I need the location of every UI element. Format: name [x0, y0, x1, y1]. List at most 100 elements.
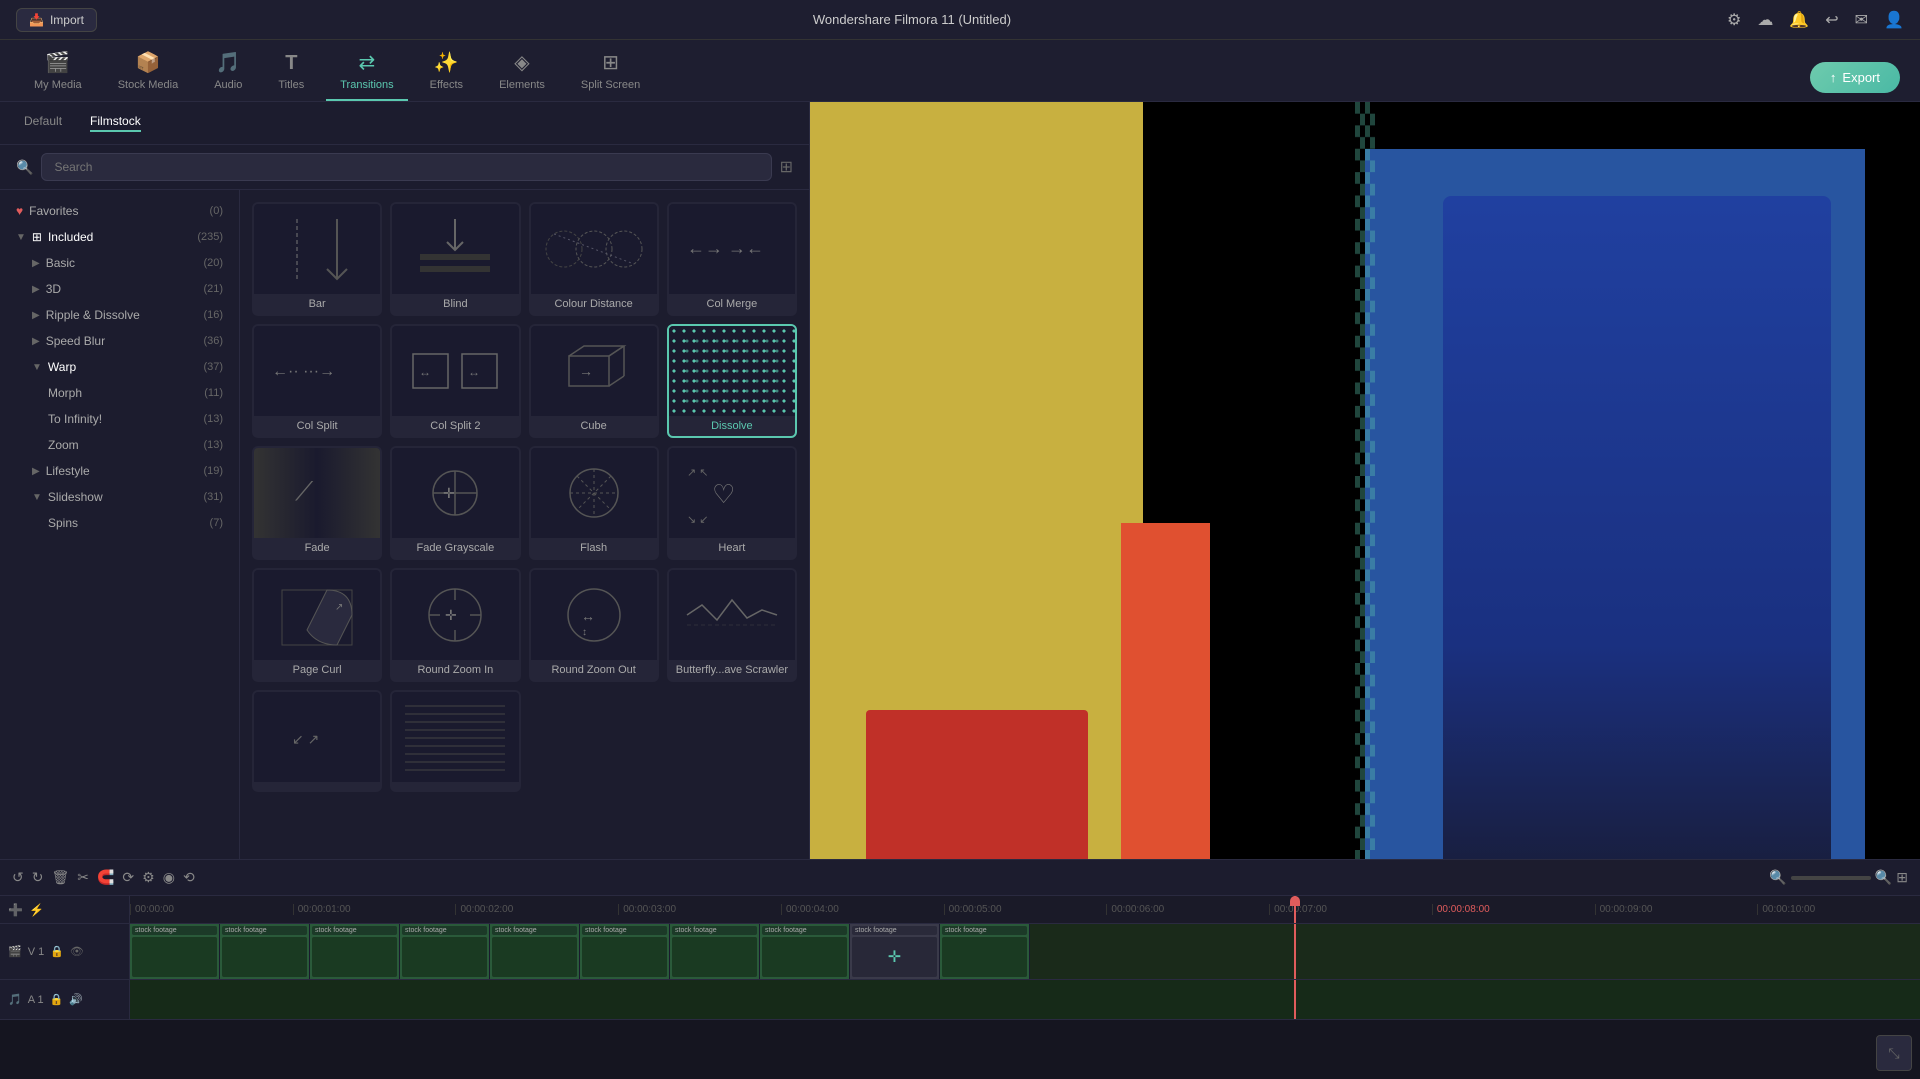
category-lifestyle[interactable]: ▶ Lifestyle (19)	[0, 458, 239, 484]
tl-zoom-bar: 🔍 🔍 ⊞	[1769, 869, 1908, 886]
tl-magnet-button[interactable]: 🧲	[97, 869, 114, 886]
add-track-icon[interactable]: ➕	[8, 903, 23, 917]
video-track-content[interactable]: stock footage stock footage stock footag…	[130, 924, 1920, 979]
category-basic[interactable]: ▶ Basic (20)	[0, 250, 239, 276]
tl-cut-button[interactable]: ✂	[77, 869, 89, 886]
transition-colour-distance[interactable]: Colour Distance	[529, 202, 659, 316]
category-speed-blur[interactable]: ▶ Speed Blur (36)	[0, 328, 239, 354]
tab-my-media[interactable]: 🎬 My Media	[20, 42, 96, 101]
svg-text:↕: ↕	[582, 627, 587, 638]
ruler-mark-2: 00:00:02:00	[455, 904, 618, 915]
svg-text:↙ ↗: ↙ ↗	[292, 731, 319, 747]
cat-zoom-count: (13)	[203, 439, 223, 451]
cat-slideshow-count: (31)	[203, 491, 223, 503]
audio-track-icon: 🎵	[8, 993, 22, 1006]
page-curl-thumb: ↗	[254, 570, 380, 660]
transition-cube[interactable]: → Cube	[529, 324, 659, 438]
tl-zoom-slider[interactable]	[1791, 876, 1871, 880]
category-zoom[interactable]: Zoom (13)	[0, 432, 239, 458]
tl-zoom-out-button[interactable]: 🔍	[1769, 869, 1786, 886]
ruler-mark-8: 00:00:08:00	[1432, 904, 1595, 915]
cat-basic-label: Basic	[46, 256, 75, 270]
category-included[interactable]: ▼ ⊞ Included (235)	[0, 224, 239, 250]
tl-circle-button[interactable]: ◉	[163, 869, 175, 886]
transition-heart[interactable]: ↗ ↖ ♡ ↘ ↙ Heart	[667, 446, 797, 560]
tl-redo-button[interactable]: ↻	[32, 869, 44, 886]
cat-warp-label: Warp	[48, 360, 76, 374]
grid-view-button[interactable]: ⊞	[780, 157, 793, 177]
transition-dissolve[interactable]: Dissolve	[667, 324, 797, 438]
transition-round-zoom-in[interactable]: ✛ Round Zoom In	[390, 568, 520, 682]
tl-adjust-button[interactable]: ⚙	[142, 869, 155, 886]
ruler-mark-3: 00:00:03:00	[618, 904, 781, 915]
tab-split-screen[interactable]: ⊞ Split Screen	[567, 42, 654, 101]
video-mute-icon[interactable]: 👁	[70, 945, 84, 958]
tab-titles[interactable]: T Titles	[264, 44, 318, 101]
transition-item17[interactable]: ↙ ↗	[252, 690, 382, 792]
category-3d[interactable]: ▶ 3D (21)	[0, 276, 239, 302]
search-input[interactable]	[41, 153, 771, 181]
audio-track-content[interactable]	[130, 980, 1920, 1019]
my-media-icon: 🎬	[45, 50, 70, 75]
tab-audio[interactable]: 🎵 Audio	[200, 42, 256, 101]
cat-morph-label: Morph	[48, 386, 82, 400]
cloud-icon[interactable]: ☁	[1757, 10, 1773, 30]
transition-bar[interactable]: Bar	[252, 202, 382, 316]
user-icon[interactable]: 👤	[1884, 10, 1904, 30]
corner-icon[interactable]: ⤡	[1876, 1035, 1912, 1071]
transition-flash[interactable]: Flash	[529, 446, 659, 560]
tl-undo-button[interactable]: ↺	[12, 869, 24, 886]
video-lock-icon[interactable]: 🔒	[50, 945, 64, 958]
settings-icon[interactable]: ⚙	[1727, 10, 1741, 30]
tl-replay-button[interactable]: ⟲	[183, 869, 195, 886]
thumb-8: stock footage	[760, 924, 850, 979]
mail-icon[interactable]: ✉	[1855, 10, 1868, 30]
blind-label: Blind	[392, 294, 518, 314]
transition-butterfly[interactable]: Butterfly...ave Scrawler	[667, 568, 797, 682]
tab-transitions[interactable]: ⇄ Transitions	[326, 42, 407, 101]
category-slideshow[interactable]: ▼ Slideshow (31)	[0, 484, 239, 510]
transition-col-split[interactable]: ←·· ···→ Col Split	[252, 324, 382, 438]
transition-round-zoom-out[interactable]: ↔ ↕ Round Zoom Out	[529, 568, 659, 682]
filter-default[interactable]: Default	[16, 110, 70, 136]
audio-mute-icon[interactable]: 🔊	[69, 993, 83, 1006]
bell-icon[interactable]: 🔔	[1789, 10, 1809, 30]
tl-zoom-in-button[interactable]: 🔍	[1875, 869, 1892, 886]
topbar: 📥 Import Wondershare Filmora 11 (Untitle…	[0, 0, 1920, 40]
transition-page-curl[interactable]: ↗ Page Curl	[252, 568, 382, 682]
transitions-icon: ⇄	[359, 50, 376, 75]
audio-waveform	[130, 980, 1920, 1019]
tab-elements[interactable]: ◈ Elements	[485, 42, 559, 101]
tab-effects[interactable]: ✨ Effects	[416, 42, 477, 101]
audio-lock-icon[interactable]: 🔒	[50, 993, 64, 1006]
category-ripple[interactable]: ▶ Ripple & Dissolve (16)	[0, 302, 239, 328]
category-favorites[interactable]: ♥ Favorites (0)	[0, 198, 239, 224]
chevron-right-icon: ▶	[32, 466, 40, 477]
transition-blind[interactable]: Blind	[390, 202, 520, 316]
category-to-infinity[interactable]: To Infinity! (13)	[0, 406, 239, 432]
category-spins[interactable]: Spins (7)	[0, 510, 239, 536]
transition-col-merge[interactable]: ←→ →← Col Merge	[667, 202, 797, 316]
export-button[interactable]: ↑ Export	[1810, 62, 1900, 93]
chevron-right-icon: ▶	[32, 284, 40, 295]
category-morph[interactable]: Morph (11)	[0, 380, 239, 406]
thumb-9: stock footage ✛	[850, 924, 940, 979]
filter-filmstock[interactable]: Filmstock	[82, 110, 149, 136]
thumb-3: stock footage	[310, 924, 400, 979]
transition-fade-grayscale[interactable]: ✛ Fade Grayscale	[390, 446, 520, 560]
transition-col-split-2[interactable]: ↔ ↔ Col Split 2	[390, 324, 520, 438]
tl-restore-button[interactable]: ⟳	[122, 869, 134, 886]
transition-fade[interactable]: ⟋ Fade	[252, 446, 382, 560]
thumb-10: stock footage	[940, 924, 1030, 979]
undo-icon[interactable]: ↩	[1825, 10, 1838, 30]
video-track-num: V 1	[28, 946, 45, 958]
tl-grid-button[interactable]: ⊞	[1896, 869, 1908, 886]
tab-stock-media[interactable]: 📦 Stock Media	[104, 42, 193, 101]
category-warp[interactable]: ▼ Warp (37)	[0, 354, 239, 380]
import-button[interactable]: 📥 Import	[16, 8, 97, 32]
app-title: Wondershare Filmora 11 (Untitled)	[97, 12, 1727, 27]
magnet-icon[interactable]: ⚡	[29, 903, 44, 917]
transition-item18[interactable]	[390, 690, 520, 792]
tl-delete-button[interactable]: 🗑	[51, 869, 69, 886]
chevron-right-icon: ▶	[32, 336, 40, 347]
